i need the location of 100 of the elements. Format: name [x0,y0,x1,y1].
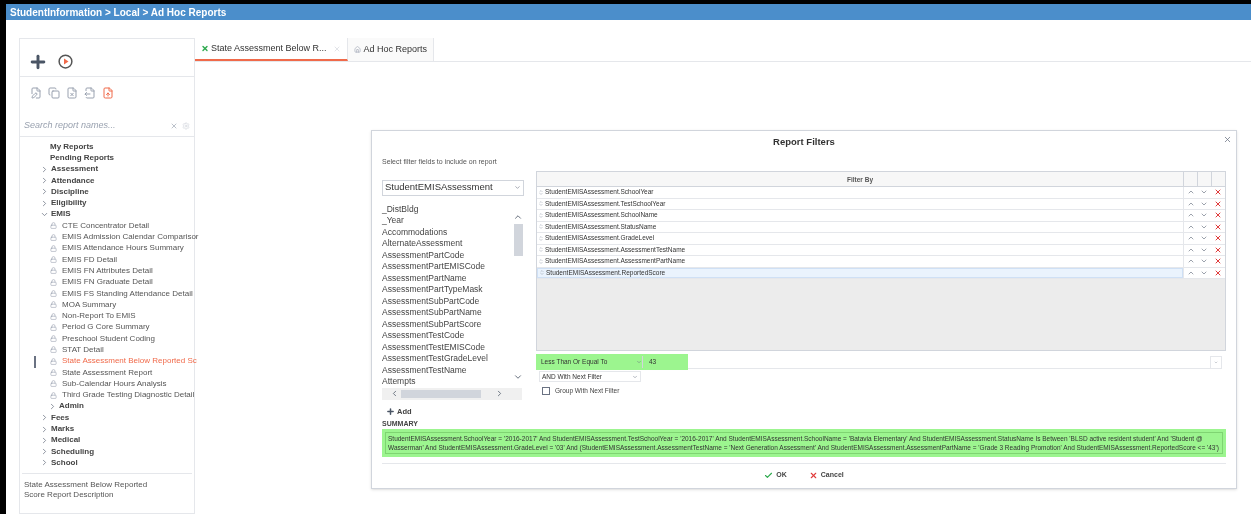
lock-icon [50,312,57,320]
close-icon[interactable] [1223,135,1232,144]
tree-item[interactable]: Non-Report To EMIS [62,310,136,323]
clear-icon[interactable] [170,121,178,130]
chevron-right-icon[interactable] [40,164,49,174]
settings-icon[interactable] [182,121,190,130]
scrollbar-thumb[interactable] [513,223,523,256]
lock-icon [50,369,57,377]
tree-item[interactable]: CTE Concentrator Detail [62,219,150,232]
field-option[interactable]: AssessmentPartTypeMask [382,284,512,296]
scroll-right-icon[interactable] [495,389,504,398]
tree-item[interactable]: EMIS FS Standing Attendance Detail [62,287,193,300]
field-option[interactable]: AssessmentSubPartCode [382,295,512,307]
tab[interactable]: Ad Hoc Reports [347,38,435,61]
tree-item[interactable]: Sub-Calendar Hours Analysis [62,377,167,390]
lock-icon [50,267,57,275]
field-option[interactable]: AssessmentPartName [382,272,512,284]
drag-handle-icon[interactable] [539,269,545,277]
run-icon[interactable] [58,54,73,69]
search-field[interactable]: Search report names... [24,118,170,133]
delete-icon[interactable] [1214,199,1223,208]
tree-item[interactable]: Fees [51,411,70,424]
tree-item[interactable]: School [51,456,78,469]
tree-item[interactable]: Assessment [51,163,99,176]
table-select[interactable]: StudentEMISAssessment [382,179,524,196]
drag-handle-icon[interactable] [538,234,544,242]
field-option[interactable]: Accommodations [382,226,512,238]
scrollbar-thumb[interactable] [401,389,481,398]
close-icon[interactable] [332,44,341,53]
edit-icon[interactable] [30,87,42,99]
field-option[interactable]: AssessmentTestName [382,364,512,376]
field-option[interactable]: _DistBldg [382,203,512,215]
delete-icon[interactable] [1214,268,1223,277]
tree-item[interactable]: Scheduling [51,445,95,458]
tab[interactable]: State Assessment Below R... [195,38,348,61]
chevron-right-icon[interactable] [40,176,49,186]
tree-item[interactable]: My Reports [50,140,94,153]
check-icon [764,471,774,480]
field-option[interactable]: AlternateAssessment [382,238,512,250]
field-option[interactable]: AssessmentPartEMISCode [382,261,512,273]
delete-icon[interactable] [66,87,78,99]
chevron-right-icon[interactable] [40,187,49,197]
dialog-title: Report Filters [773,134,835,149]
field-option[interactable]: _Year [382,215,512,227]
drag-handle-icon[interactable] [538,188,544,196]
tree-item[interactable]: EMIS FN Attributes Detail [62,264,153,277]
tree-item[interactable]: EMIS [51,208,71,221]
tree-item[interactable]: Medical [51,434,81,447]
delete-icon[interactable] [1214,257,1223,266]
checkbox[interactable] [542,386,550,395]
chevron-right-icon[interactable] [40,198,49,208]
lock-icon [50,323,57,331]
tree-item[interactable]: Attendance [51,174,95,187]
tree-item[interactable]: STAT Detail [62,344,104,356]
chevron-right-icon[interactable] [40,413,49,423]
tree-item[interactable]: Discipline [51,185,89,198]
tree-item[interactable]: Eligibility [51,197,87,210]
drag-handle-icon[interactable] [538,211,544,219]
drag-handle-icon[interactable] [538,246,544,254]
tree-item[interactable]: EMIS Admission Calendar Comparisor [62,231,199,244]
lock-icon [50,256,57,264]
tree-item[interactable]: EMIS FN Graduate Detail [62,276,153,289]
delete-icon[interactable] [1214,234,1223,243]
selection-marker [34,355,36,368]
field-option[interactable]: AssessmentSubPartName [382,307,512,319]
field-option[interactable]: Attempts [382,376,512,388]
field-option[interactable]: AssessmentPartCode [382,249,512,261]
drag-handle-icon[interactable] [538,200,544,208]
export-icon[interactable] [84,87,96,99]
lock-icon [50,346,57,354]
field-option[interactable]: AssessmentTestGradeLevel [382,353,512,365]
chevron-right-icon[interactable] [40,447,49,457]
delete-icon[interactable] [1214,245,1223,254]
tree-item[interactable]: Period G Core Summary [62,321,150,334]
drag-handle-icon[interactable] [538,223,544,231]
chevron-right-icon[interactable] [48,401,57,411]
tree-item[interactable]: Preschool Student Coding [62,332,155,345]
chevron-right-icon[interactable] [40,458,49,468]
tree-item[interactable]: Admin [59,400,84,413]
field-option[interactable]: AssessmentTestEMISCode [382,341,512,353]
lock-icon [50,357,57,365]
share-icon[interactable] [102,87,114,99]
tree-item[interactable]: MOA Summary [62,298,117,311]
tree-item[interactable]: Third Grade Testing Diagnostic Detail [62,389,195,402]
delete-icon[interactable] [1214,211,1223,220]
scroll-left-icon[interactable] [390,389,399,398]
drag-handle-icon[interactable] [538,257,544,265]
tree-item[interactable]: Marks [51,423,75,436]
tree-item[interactable]: State Assessment Report [62,366,153,379]
chevron-right-icon[interactable] [40,424,49,434]
tree-item[interactable]: Pending Reports [50,151,114,164]
field-option[interactable]: AssessmentTestCode [382,330,512,342]
chevron-right-icon[interactable] [40,435,49,445]
field-option[interactable]: AssessmentSubPartScore [382,318,512,330]
delete-icon[interactable] [1214,222,1223,231]
delete-icon[interactable] [1214,188,1223,197]
tree-item[interactable]: EMIS FD Detail [62,253,118,266]
lock-icon [50,222,57,230]
tree-item[interactable]: EMIS Attendance Hours Summary [62,242,184,255]
copy-icon[interactable] [48,87,60,99]
